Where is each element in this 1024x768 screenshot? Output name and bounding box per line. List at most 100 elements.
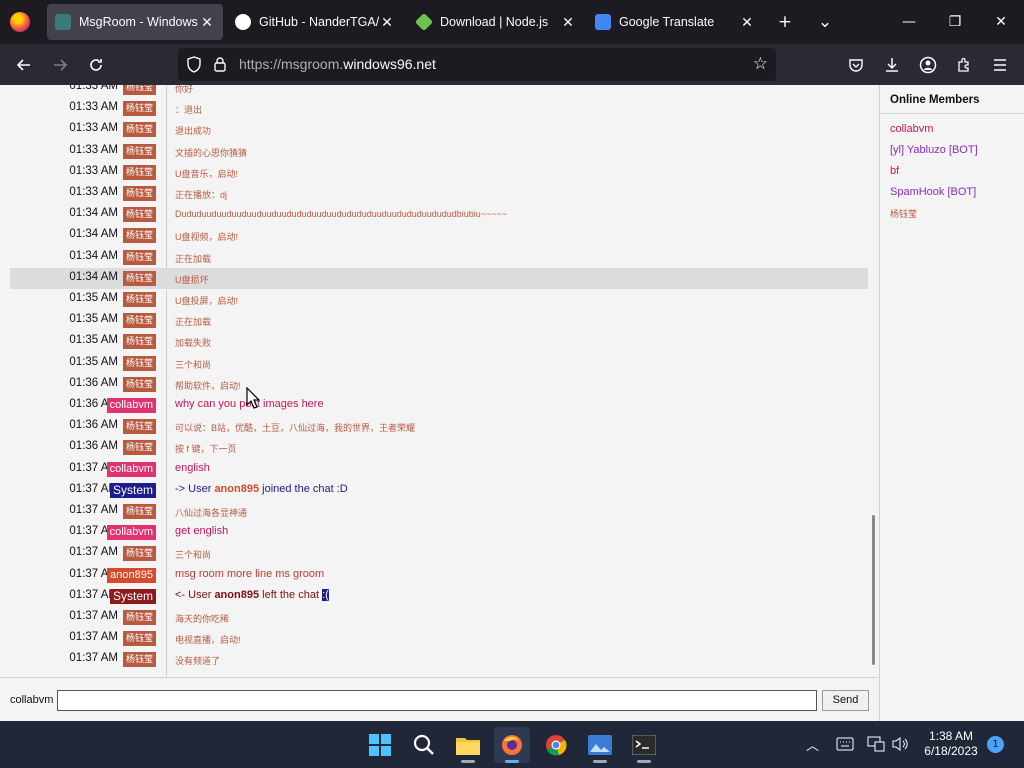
nodejs-favicon-icon [414,12,434,32]
network-icon[interactable] [867,736,885,752]
message-username-badge[interactable]: 杨钰莹 [122,419,156,435]
message-username-badge[interactable]: 杨钰莹 [122,355,156,371]
extensions-button[interactable] [949,50,979,80]
system-message-suffix: left the chat [259,588,323,601]
tab-close-icon[interactable]: ✕ [199,14,215,31]
chat-scrollbar[interactable] [872,515,875,665]
online-member[interactable]: [yl] Yabluzo [BOT] [890,144,978,156]
message-username-badge[interactable]: 杨钰莹 [122,101,156,117]
notification-badge[interactable]: 1 [987,736,1004,753]
message-username-badge[interactable]: 杨钰莹 [122,143,156,159]
mouse-pointer-icon [246,387,260,409]
volume-icon[interactable] [891,736,909,752]
close-window-button[interactable]: ✕ [978,0,1024,44]
message-username-badge[interactable]: collabvm [106,461,156,477]
search-icon [413,734,434,755]
message-username-badge[interactable]: 杨钰莹 [122,186,156,201]
new-tab-button[interactable]: + [771,8,799,36]
show-hidden-icons-chevron-icon[interactable]: ︿ [806,735,819,754]
message-text: 加载失败 [175,338,212,349]
message-timestamp: 01:35 AM [69,292,118,304]
chat-message-row: 01:36 AM collabvm why can you post images … [10,395,868,416]
firefox-view-icon[interactable] [10,12,30,32]
address-bar[interactable]: https://msgroom.windows96.net ☆ [178,48,776,81]
message-username-badge[interactable]: 杨钰莹 [122,504,156,519]
message-username-badge[interactable]: 杨钰莹 [122,164,156,180]
search-button[interactable] [406,727,442,763]
chat-message-row: 01:33 AM 杨钰莹 正在播放：dj [10,183,868,204]
firefox-app[interactable] [494,727,530,763]
message-username-badge[interactable]: 杨钰莹 [122,249,156,265]
tab-close-icon[interactable]: ✕ [379,14,395,31]
chat-log[interactable]: 01:33 AM 杨钰莹 你好 01:33 AM 杨钰莹 ：退出 01:33 AM 杨钰莹 退出… [0,85,878,677]
message-username-badge[interactable]: collabvm [106,525,156,541]
message-username-badge[interactable]: 杨钰莹 [122,376,156,392]
downloads-button[interactable] [877,50,907,80]
tab-title: GitHub - NanderTGA/w [259,15,379,29]
message-username-badge[interactable]: 杨钰莹 [122,631,156,647]
clock-time: 1:38 AM [928,729,974,743]
minimize-button[interactable]: — [886,0,932,44]
bookmark-star-icon[interactable]: ☆ [753,54,768,74]
message-username-badge[interactable]: 杨钰莹 [122,440,156,456]
message-input[interactable] [57,690,817,711]
send-button[interactable]: Send [822,690,869,711]
message-username-badge[interactable]: 杨钰莹 [122,122,156,138]
message-username-badge[interactable]: anon895 [107,567,156,583]
message-username-badge[interactable]: 杨钰莹 [122,334,156,350]
app-menu-button[interactable] [985,50,1015,80]
system-clock[interactable]: 1:38 AM 6/18/2023 [918,729,984,759]
chat-message-row: 01:37 AM collabvm english [10,459,868,480]
restore-button[interactable]: ❐ [932,0,978,44]
chat-message-row: 01:33 AM 杨钰莹 文插的心思你猜猜 [10,141,868,162]
tab-google-translate[interactable]: Google Translate ✕ [587,4,763,40]
photos-app[interactable] [582,727,618,763]
start-button[interactable] [362,727,398,763]
tab-msgroom[interactable]: MsgRoom - Windows 9 ✕ [47,4,223,40]
tab-nodejs[interactable]: Download | Node.js ✕ [408,4,584,40]
message-timestamp: 01:36 AM [69,376,118,389]
online-member[interactable]: SpamHook [BOT] [890,186,976,198]
message-username-badge[interactable]: collabvm [106,398,156,413]
message-username-badge[interactable]: 杨钰莹 [122,610,156,625]
message-text: 没有频道了 [175,656,221,667]
message-username-badge[interactable]: 杨钰莹 [122,313,156,329]
file-explorer-app[interactable] [450,727,486,763]
account-icon [919,56,937,74]
keyboard-icon[interactable] [836,737,854,751]
message-username-badge[interactable]: 杨钰莹 [122,85,156,95]
message-timestamp: 01:34 AM [69,207,118,220]
message-timestamp: 01:35 AM [69,355,118,368]
account-button[interactable] [913,50,943,80]
online-member[interactable]: bf [890,165,899,177]
message-username-badge[interactable]: System [109,588,156,604]
nickname-label[interactable]: collabvm [10,694,53,706]
tracking-protection-shield-icon[interactable] [186,56,202,73]
chat-message-row: 01:37 AM 杨钰莹 电视直播，启动! [10,628,868,649]
message-username-badge[interactable]: 杨钰莹 [122,270,156,286]
back-button[interactable] [9,50,39,80]
message-username-badge[interactable]: 杨钰莹 [122,546,156,562]
online-members-panel: Online Members collabvm [yl] Yabluzo [BOT… [879,85,1024,721]
tab-close-icon[interactable]: ✕ [560,14,576,31]
terminal-app[interactable] [626,727,662,763]
message-username-badge[interactable]: 杨钰莹 [122,207,156,223]
online-member[interactable]: collabvm [890,123,933,135]
app-running-indicator [593,760,607,763]
message-username-badge[interactable]: System [109,482,156,498]
list-all-tabs-button[interactable]: ⌄ [811,8,839,36]
forward-button[interactable] [45,50,75,80]
message-username-badge[interactable]: 杨钰莹 [122,292,156,307]
pocket-button[interactable] [841,50,871,80]
tab-close-icon[interactable]: ✕ [739,14,755,31]
url-text[interactable]: https://msgroom.windows96.net [239,56,436,72]
chat-message-row: 01:34 AM 杨钰莹 U盘损坏 [10,267,868,289]
message-timestamp: 01:35 AM [69,334,118,347]
tab-github[interactable]: GitHub - NanderTGA/w ✕ [227,4,403,40]
lock-icon[interactable] [212,56,228,73]
reload-button[interactable] [81,50,111,80]
message-username-badge[interactable]: 杨钰莹 [122,652,156,668]
message-username-badge[interactable]: 杨钰莹 [122,228,156,244]
chrome-app[interactable] [538,727,574,763]
online-member[interactable]: 杨钰莹 [890,207,917,220]
